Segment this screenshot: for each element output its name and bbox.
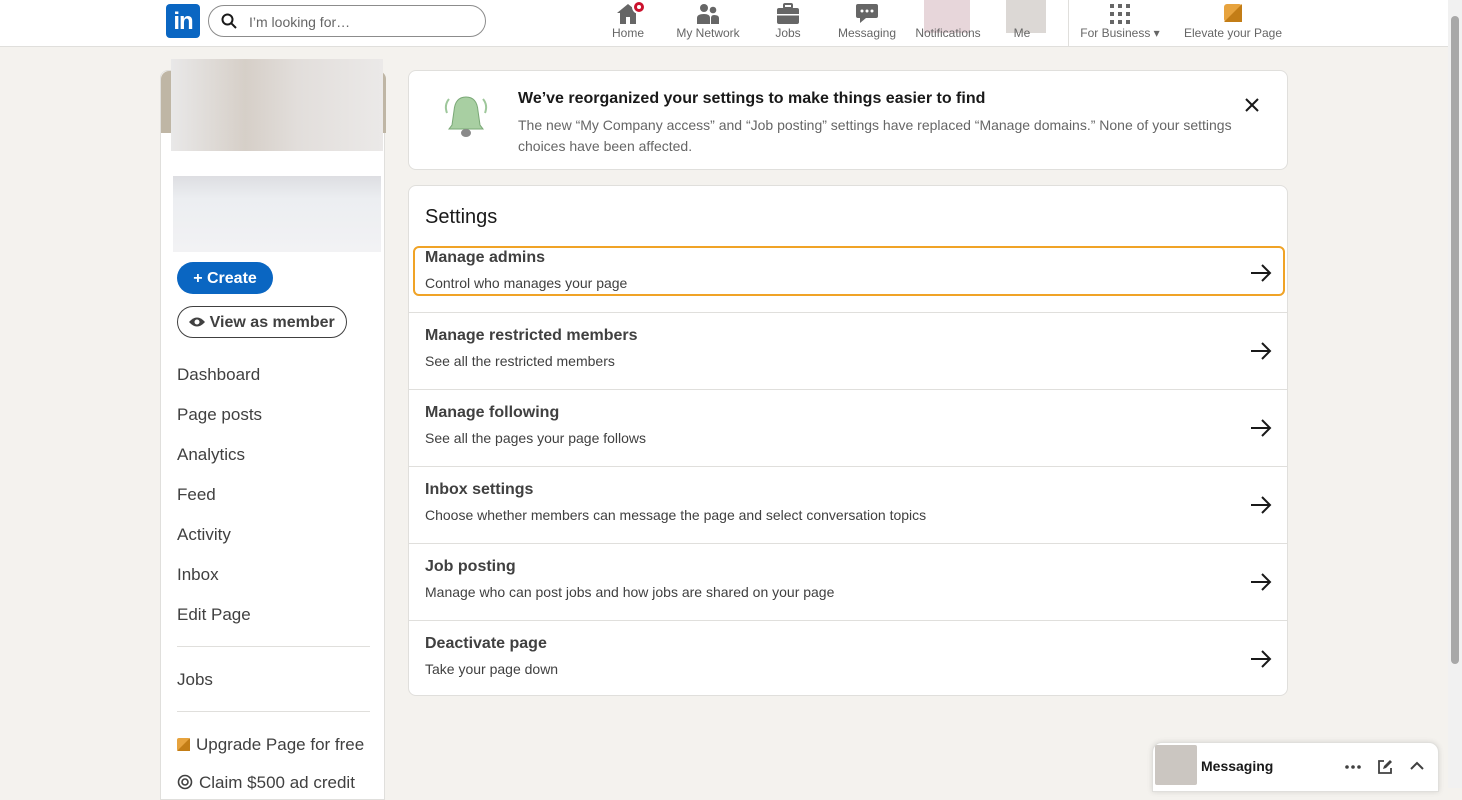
- nav-jobs[interactable]: Jobs: [764, 0, 812, 46]
- row-title: Job posting: [425, 558, 516, 575]
- nav-divider: [1068, 0, 1069, 46]
- focus-highlight: [413, 246, 1285, 296]
- page-sidebar: + Create View as member Dashboard Page p…: [160, 59, 386, 800]
- create-button[interactable]: + Create: [177, 262, 273, 294]
- settings-row-manage-restricted-members[interactable]: Manage restricted members See all the re…: [409, 312, 1287, 389]
- notice-body: The new “My Company access” and “Job pos…: [518, 117, 1232, 154]
- nav-me[interactable]: Me: [1000, 0, 1052, 46]
- sidebar-item-feed[interactable]: Feed: [177, 485, 216, 505]
- nav-me-label: Me: [1013, 26, 1031, 40]
- more-icon[interactable]: [1345, 765, 1361, 769]
- settings-notice-card: We’ve reorganized your settings to make …: [408, 70, 1288, 170]
- nav-my-network-label: My Network: [676, 26, 740, 40]
- search-input[interactable]: [247, 10, 481, 34]
- arrow-right-icon: [1251, 496, 1272, 514]
- avatar: [1155, 745, 1197, 785]
- row-title: Deactivate page: [425, 635, 547, 652]
- arrow-right-icon: [1251, 650, 1272, 668]
- row-subtitle: See all the restricted members: [425, 353, 615, 369]
- arrow-right-icon: [1251, 573, 1272, 591]
- page-logo[interactable]: [171, 59, 383, 151]
- arrow-right-icon: [1251, 419, 1272, 437]
- nav-jobs-label: Jobs: [775, 26, 801, 40]
- sidebar-item-inbox[interactable]: Inbox: [177, 565, 219, 585]
- sidebar-item-claim-ad-credit[interactable]: Claim $500 ad credit: [177, 773, 355, 793]
- nav-home-label: Home: [611, 26, 644, 40]
- row-subtitle: See all the pages your page follows: [425, 430, 647, 446]
- sidebar-item-upgrade[interactable]: Upgrade Page for free: [177, 735, 364, 755]
- sidebar-divider: [177, 646, 370, 647]
- eye-icon: [189, 317, 206, 327]
- search-icon: [221, 13, 237, 29]
- row-subtitle: Choose whether members can message the p…: [425, 507, 927, 523]
- premium-icon: [177, 738, 190, 751]
- row-title: Manage restricted members: [425, 327, 638, 344]
- nav-notifications[interactable]: Notifications: [912, 0, 984, 46]
- nav-elevate-page-label: Elevate your Page: [1183, 26, 1283, 40]
- view-as-member-button[interactable]: View as member: [177, 306, 347, 338]
- nav-for-business-label: For Business ▾: [1080, 26, 1160, 40]
- row-title: Inbox settings: [425, 481, 534, 498]
- notification-badge: [632, 0, 646, 14]
- bell-icon: [444, 96, 488, 137]
- arrow-right-icon: [1251, 342, 1272, 360]
- compose-icon[interactable]: [1377, 759, 1393, 775]
- nav-my-network[interactable]: My Network: [670, 0, 746, 46]
- close-icon[interactable]: [1242, 95, 1262, 115]
- nav-home[interactable]: Home: [604, 0, 652, 46]
- messaging-overlay[interactable]: Messaging: [1152, 742, 1439, 792]
- plus-icon: +: [193, 270, 203, 287]
- sidebar-item-dashboard[interactable]: Dashboard: [177, 365, 260, 385]
- settings-row-job-posting[interactable]: Job posting Manage who can post jobs and…: [409, 543, 1287, 620]
- row-title: Manage following: [425, 404, 560, 421]
- top-nav: in Home My Network Jobs: [0, 0, 1448, 47]
- sidebar-item-jobs[interactable]: Jobs: [177, 670, 213, 690]
- settings-card: Settings Manage admins Control who manag…: [408, 185, 1288, 696]
- settings-row-manage-following[interactable]: Manage following See all the pages your …: [409, 389, 1287, 466]
- people-icon: [697, 4, 719, 24]
- sidebar-item-page-posts[interactable]: Page posts: [177, 405, 262, 425]
- grid-icon: [1110, 4, 1130, 24]
- nav-notifications-label: Notifications: [915, 26, 981, 40]
- messaging-label: Messaging: [1201, 758, 1274, 774]
- nav-messaging[interactable]: Messaging: [834, 0, 900, 46]
- chat-icon: [856, 4, 878, 23]
- search-box[interactable]: [208, 5, 486, 37]
- linkedin-logo[interactable]: in: [166, 4, 200, 38]
- chevron-up-icon[interactable]: [1409, 761, 1425, 771]
- page-scrollbar[interactable]: [1448, 0, 1462, 788]
- settings-title: Settings: [425, 206, 498, 228]
- sidebar-divider: [177, 711, 370, 712]
- settings-row-deactivate-page[interactable]: Deactivate page Take your page down: [409, 620, 1287, 697]
- scrollbar-thumb[interactable]: [1451, 16, 1459, 664]
- nav-elevate-page[interactable]: Elevate your Page: [1180, 0, 1286, 46]
- briefcase-icon: [777, 3, 799, 24]
- nav-messaging-label: Messaging: [837, 26, 897, 40]
- sidebar-item-analytics[interactable]: Analytics: [177, 445, 245, 465]
- nav-for-business[interactable]: For Business ▾: [1078, 0, 1162, 46]
- sidebar-item-activity[interactable]: Activity: [177, 525, 231, 545]
- sidebar-item-edit-page[interactable]: Edit Page: [177, 605, 251, 625]
- premium-icon: [1224, 4, 1242, 22]
- page-name: [173, 176, 381, 252]
- row-subtitle: Manage who can post jobs and how jobs ar…: [425, 584, 835, 600]
- row-subtitle: Take your page down: [425, 661, 559, 677]
- notice-title: We’ve reorganized your settings to make …: [518, 90, 986, 107]
- settings-row-inbox-settings[interactable]: Inbox settings Choose whether members ca…: [409, 466, 1287, 543]
